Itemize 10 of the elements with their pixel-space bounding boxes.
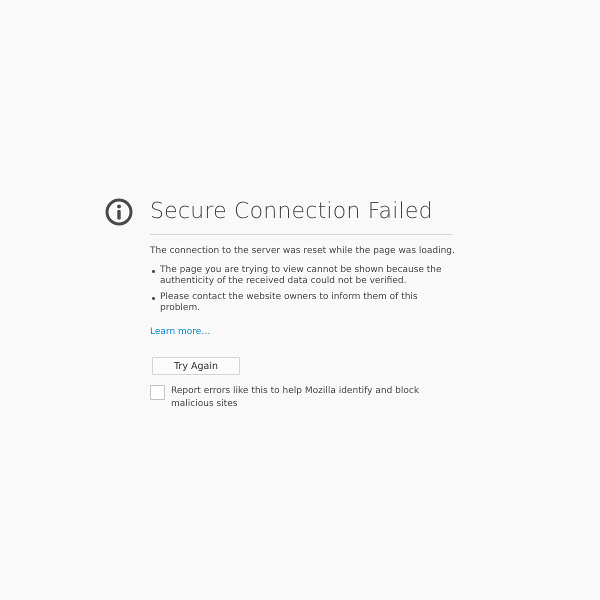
bullet-icon xyxy=(152,297,155,300)
bullet-icon xyxy=(152,270,155,273)
error-description: The connection to the server was reset while the page was loading. xyxy=(150,245,452,258)
info-icon xyxy=(105,198,133,226)
try-again-button[interactable]: Try Again xyxy=(152,357,240,375)
page-title: Secure Connection Failed xyxy=(150,197,452,235)
bullet-text: Please contact the website owners to inform them of this problem. xyxy=(160,292,419,314)
checkbox[interactable] xyxy=(150,385,165,400)
bullet-text: The page you are trying to view cannot be shown because the authenticity of the received data could not be verified. xyxy=(160,265,443,287)
checkbox-label: Report errors like this to help Mozilla identify and block malicious sites xyxy=(171,385,420,411)
